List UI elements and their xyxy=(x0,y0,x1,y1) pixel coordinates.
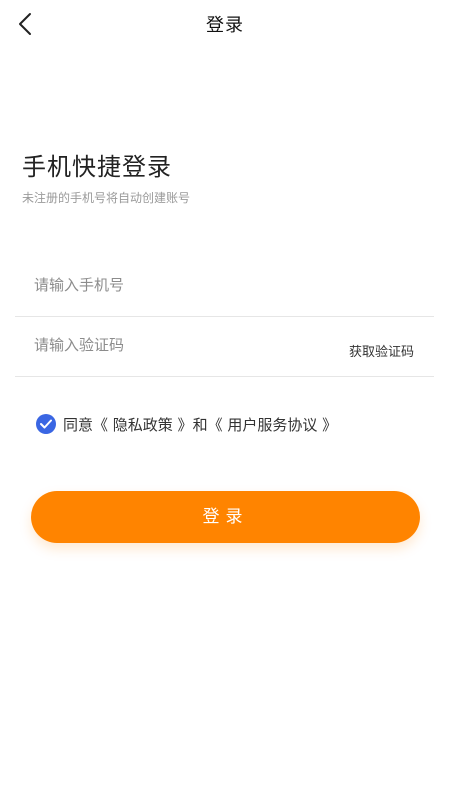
phone-field-row xyxy=(15,256,434,317)
terms-of-service-link[interactable]: 《 用户服务协议 》 xyxy=(208,416,338,434)
verification-code-input[interactable] xyxy=(34,316,324,374)
login-button[interactable]: 登录 xyxy=(31,491,420,543)
agreement-conjunction: 和 xyxy=(192,415,208,434)
get-code-button[interactable]: 获取验证码 xyxy=(349,341,414,360)
agreement-row: 同意《 隐私政策 》和《 用户服务协议 》 xyxy=(36,412,337,436)
page-title: 登录 xyxy=(206,15,244,36)
login-subheading: 未注册的手机号将自动创建账号 xyxy=(22,191,191,205)
privacy-policy-link[interactable]: 《 隐私政策 》 xyxy=(93,416,193,434)
code-field-row: 获取验证码 xyxy=(15,316,434,377)
nav-bar: 登录 xyxy=(0,0,450,48)
phone-input[interactable] xyxy=(34,256,324,314)
agreement-prefix: 同意 xyxy=(63,415,94,434)
agreement-text: 同意《 隐私政策 》和《 用户服务协议 》 xyxy=(63,414,337,435)
login-heading: 手机快捷登录 xyxy=(22,153,172,181)
checkmark-circle-icon[interactable] xyxy=(36,414,56,434)
